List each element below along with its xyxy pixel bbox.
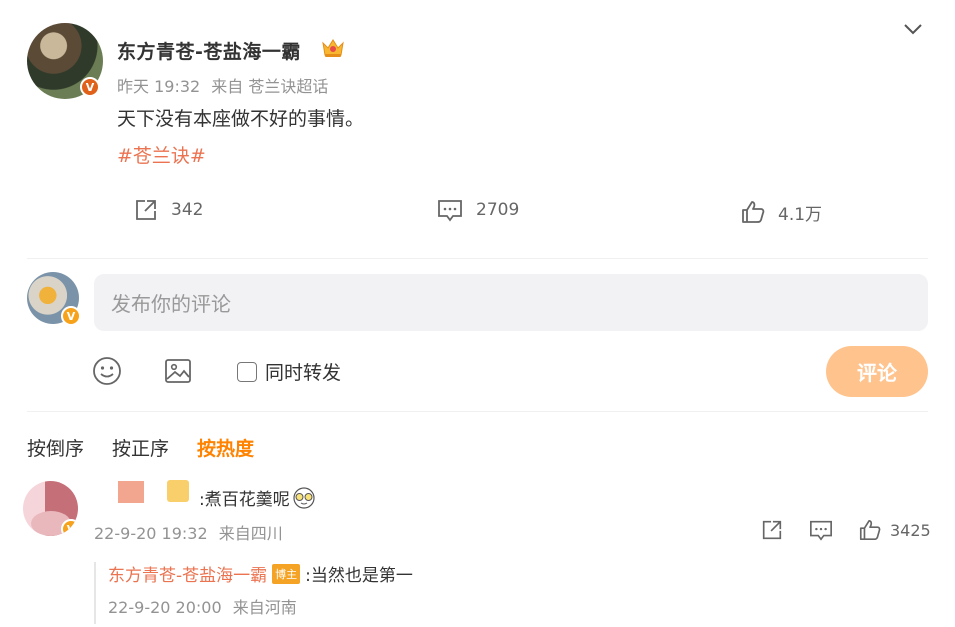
post-topic-link[interactable]: #苍兰诀#	[117, 141, 206, 168]
repost-icon[interactable]	[760, 518, 784, 542]
sunglasses-emoji-icon	[293, 486, 315, 509]
reply-meta: 22-9-20 20:00 来自河南	[108, 594, 297, 618]
post-text: 天下没有本座做不好的事情。	[117, 108, 365, 130]
commenter-avatar[interactable]: V	[23, 481, 78, 536]
tab-sort-hot[interactable]: 按热度	[197, 434, 254, 461]
comment-actions: 3425	[760, 518, 931, 542]
comment-text-content: :煮百花羹呢	[199, 490, 290, 510]
comment-icon	[438, 200, 462, 222]
comment-count: 2709	[476, 200, 520, 220]
post-time[interactable]: 昨天 19:32	[117, 77, 200, 96]
commenter-name-blurred[interactable]	[118, 481, 144, 503]
post-source-prefix: 来自	[211, 77, 244, 96]
chevron-down-icon[interactable]	[903, 22, 923, 36]
like-icon	[859, 519, 881, 541]
author-badge: 博主	[272, 563, 301, 584]
repost-button[interactable]: 342	[133, 197, 203, 223]
comment-input[interactable]: 发布你的评论	[94, 274, 928, 331]
verified-badge-icon: V	[61, 306, 81, 326]
repost-count: 342	[171, 200, 204, 220]
reply-indent-bar	[94, 562, 96, 624]
comment-time: 22-9-20 19:32	[94, 524, 208, 543]
crown-icon[interactable]	[321, 37, 345, 59]
tab-sort-asc[interactable]: 按正序	[112, 434, 169, 461]
comment-input-placeholder: 发布你的评论	[111, 292, 231, 316]
image-icon[interactable]	[163, 356, 193, 386]
comment-meta: 22-9-20 19:32 来自四川	[94, 520, 283, 544]
fan-badge-icon	[167, 480, 189, 502]
comment-location: 来自四川	[218, 524, 283, 543]
post-source[interactable]: 苍兰诀超话	[248, 77, 328, 96]
comment-icon[interactable]	[808, 518, 834, 542]
comment-button[interactable]: 2709	[436, 197, 519, 223]
repost-icon	[136, 200, 156, 220]
submit-comment-button[interactable]: 评论	[826, 346, 928, 397]
verified-badge-icon: V	[80, 77, 100, 97]
repost-checkbox[interactable]	[237, 361, 257, 382]
verified-badge-icon: V	[61, 519, 78, 536]
reply-author[interactable]: 东方青苍-苍盐海一霸	[108, 561, 267, 586]
tab-sort-desc[interactable]: 按倒序	[27, 434, 84, 461]
like-count: 4.1万	[778, 204, 823, 225]
post-meta: 昨天 19:32 来自 苍兰诀超话	[117, 73, 328, 97]
like-icon	[742, 201, 765, 223]
comment-sort-tabs: 按倒序 按正序 按热度	[27, 434, 254, 461]
reply-item: 东方青苍-苍盐海一霸 博主 :当然也是第一	[108, 561, 413, 586]
reply-time: 22-9-20 20:00	[108, 598, 222, 617]
comment-text: :煮百花羹呢	[199, 485, 316, 510]
reply-location: 来自河南	[232, 598, 297, 617]
divider	[27, 411, 928, 412]
reply-text: :当然也是第一	[305, 566, 413, 586]
post-author-name[interactable]: 东方青苍-苍盐海一霸	[117, 37, 301, 64]
like-button[interactable]: 4.1万	[740, 199, 822, 225]
emoji-icon[interactable]	[92, 356, 122, 386]
repost-together-toggle[interactable]: 同时转发	[237, 358, 341, 385]
repost-together-label: 同时转发	[265, 362, 342, 384]
post-author-avatar[interactable]: V	[27, 23, 103, 99]
comment-like-count: 3425	[890, 520, 931, 540]
divider	[27, 258, 928, 259]
comment-like-button[interactable]: 3425	[858, 518, 931, 542]
current-user-avatar[interactable]: V	[27, 272, 81, 326]
